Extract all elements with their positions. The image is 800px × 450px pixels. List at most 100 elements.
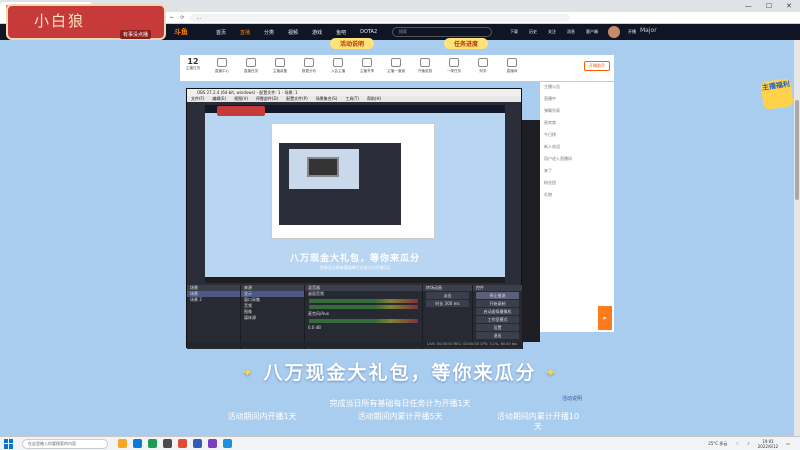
system-clock[interactable]: 19:01 2022/6/12 xyxy=(758,439,779,449)
calendar-day: 12 xyxy=(187,57,199,66)
obs-preview[interactable]: 八万现金大礼包，等你来瓜分 完成当日所有基础每日任务计为开播1天 xyxy=(205,105,505,283)
nav-item-live[interactable]: 直播 xyxy=(240,29,250,36)
toolbar-label: 主播装备 xyxy=(272,69,288,73)
windows-start-icon[interactable] xyxy=(4,438,14,449)
obs-app-icon[interactable] xyxy=(163,439,172,448)
event-task: 活动期间内累计开播5天 xyxy=(357,412,443,421)
stop-streaming-button[interactable]: 停止推流 xyxy=(476,292,519,299)
event-task-list: 活动期间内开播1天 活动期间内累计开播5天 活动期间内累计开播10天 xyxy=(0,412,800,432)
nav-right-download[interactable]: 下载 xyxy=(510,29,518,35)
live-assistant-button[interactable]: 开播助手 xyxy=(584,61,610,71)
back-icon[interactable]: ← xyxy=(170,15,174,21)
start-recording-button[interactable]: 开始录制 xyxy=(476,300,519,307)
event-pill-progress[interactable]: 任务进度 xyxy=(444,38,489,49)
event-pill-info[interactable]: 活动说明 xyxy=(330,38,375,49)
virtual-camera-button[interactable]: 启动虚拟摄像机 xyxy=(476,308,519,315)
avatar[interactable] xyxy=(608,26,620,38)
app-icon[interactable] xyxy=(208,439,217,448)
scrollbar-thumb[interactable] xyxy=(795,100,799,200)
edge-browser-icon[interactable] xyxy=(133,439,142,448)
settings-button[interactable]: 设置 xyxy=(476,324,519,331)
send-button[interactable]: ▶ xyxy=(598,306,612,330)
event-task: 活动期间内开播1天 xyxy=(227,412,297,421)
notification-icon[interactable]: ▭ xyxy=(786,441,790,446)
nav-item-category[interactable]: 分类 xyxy=(264,29,274,36)
toolbar-item[interactable]: 数据分析 xyxy=(300,58,318,74)
app-icon[interactable] xyxy=(178,439,187,448)
source-item[interactable]: 媒体源 xyxy=(241,315,304,321)
minimize-icon[interactable]: — xyxy=(745,2,752,10)
toolbar-item[interactable]: 一周任务 xyxy=(445,58,463,74)
obs-menu-docks[interactable]: 停靠部件(D) xyxy=(256,96,278,102)
obs-status-bar: LIVE: 00:00:00 REC: 00:00:00 CPU: 3.1%, … xyxy=(187,342,523,347)
chat-row: 新人欢迎 xyxy=(544,144,560,149)
maximize-icon[interactable]: ☐ xyxy=(766,2,772,10)
chart-icon xyxy=(304,58,314,67)
search-input[interactable]: 搜索 xyxy=(392,27,492,37)
scene-item[interactable]: 场景 2 xyxy=(187,297,240,303)
toolbar-item[interactable]: 主播专享 xyxy=(358,58,376,74)
audio-meter xyxy=(309,319,418,323)
toolbar-item[interactable]: 直播中心 xyxy=(213,58,231,74)
nav-right-message[interactable]: 消息 xyxy=(567,29,575,35)
obs-menu-file[interactable]: 文件(F) xyxy=(191,96,204,102)
obs-menu-edit[interactable]: 编辑(E) xyxy=(212,96,226,102)
site-logo[interactable]: 斗鱼 xyxy=(174,27,188,37)
obs-menu-view[interactable]: 视图(V) xyxy=(234,96,248,102)
toolbar-label: 直播任务 xyxy=(243,69,259,73)
app-icon[interactable] xyxy=(193,439,202,448)
steam-icon[interactable] xyxy=(223,439,232,448)
toolbar-item[interactable]: 财务 xyxy=(474,58,492,74)
toolbar-label: 主播专享 xyxy=(359,69,375,73)
obs-menu-help[interactable]: 帮助(H) xyxy=(367,96,381,102)
app-icon[interactable] xyxy=(148,439,157,448)
toolbar-item[interactable]: 入会主播 xyxy=(329,58,347,74)
guild-icon xyxy=(333,58,343,67)
nav-right-history[interactable]: 历史 xyxy=(529,29,537,35)
transition-select[interactable]: 淡出 xyxy=(426,292,469,299)
nav-right-golive[interactable]: 开播 xyxy=(628,29,636,35)
nav-item-home[interactable]: 首页 xyxy=(216,29,226,36)
calendar-icon xyxy=(449,58,459,67)
calendar-label: 主播日历 xyxy=(185,66,201,70)
page-scrollbar[interactable] xyxy=(794,40,800,436)
nav-item-game[interactable]: 游戏 xyxy=(312,29,322,36)
transition-duration[interactable]: 时长 300 ms xyxy=(426,300,469,307)
exit-button[interactable]: 退出 xyxy=(476,332,519,339)
file-explorer-icon[interactable] xyxy=(118,439,127,448)
chat-row: 贵宾席 xyxy=(544,120,556,125)
obs-menu-tools[interactable]: 工具(T) xyxy=(345,96,359,102)
weather-widget[interactable]: 25°C 多云 xyxy=(708,441,727,447)
toolbar-item[interactable]: 主播一道道 xyxy=(387,58,405,74)
event-banner: ✦ 八万现金大礼包，等你来瓜分 ✦ xyxy=(0,358,800,385)
sources-dock: 来源 显示 窗口采集 音频 图像 媒体源 xyxy=(241,285,305,349)
calendar-item[interactable]: 12 主播日历 xyxy=(184,58,202,71)
url-input[interactable]: ... xyxy=(190,13,571,22)
toolbar-item[interactable]: 直播任务 xyxy=(242,58,260,74)
mixer-channel-label: 桌面音频 xyxy=(308,291,324,296)
rule-link[interactable]: 活动说明 xyxy=(562,395,582,402)
obs-menu-profile[interactable]: 配置文件(P) xyxy=(286,96,308,102)
taskbar-search-input[interactable]: 在这里输入你要搜索的内容 xyxy=(22,438,108,449)
nav-right-follow[interactable]: 关注 xyxy=(548,29,556,35)
nav-right-client[interactable]: 客户端 xyxy=(586,29,598,35)
volume-slider[interactable] xyxy=(309,305,418,309)
studio-mode-button[interactable]: 工作室模式 xyxy=(476,316,519,323)
toolbar-label: 一周任务 xyxy=(446,69,462,73)
volume-icon[interactable]: ♪ xyxy=(747,441,750,446)
user-name[interactable]: Major xyxy=(640,27,657,34)
gift-icon xyxy=(391,58,401,67)
nav-item-video[interactable]: 视频 xyxy=(288,29,298,36)
network-icon[interactable]: ⌔ xyxy=(735,441,739,447)
mixer-dock: 混音器 桌面音频 麦克风/Aux 0.0 dB xyxy=(305,285,423,349)
obs-menu-scenes[interactable]: 场景集合(S) xyxy=(316,96,338,102)
toolbar-item[interactable]: 直播间 xyxy=(503,58,521,74)
nav-item-dota2[interactable]: DOTA2 xyxy=(360,29,377,36)
promo-sticker[interactable]: 主播福利 xyxy=(760,78,794,110)
toolbar-item[interactable]: 主播装备 xyxy=(271,58,289,74)
nav-item-yuba[interactable]: 鱼吧 xyxy=(336,29,346,36)
toolbar-item[interactable]: 开播奖励 xyxy=(416,58,434,74)
refresh-icon[interactable]: ⟳ xyxy=(180,15,184,21)
close-icon[interactable]: ✕ xyxy=(786,2,792,10)
chat-panel: 主播公告 直播中 弹幕列表 贵宾席 今日榜 新人欢迎 用户进入直播间 来了 粉丝… xyxy=(540,82,614,332)
